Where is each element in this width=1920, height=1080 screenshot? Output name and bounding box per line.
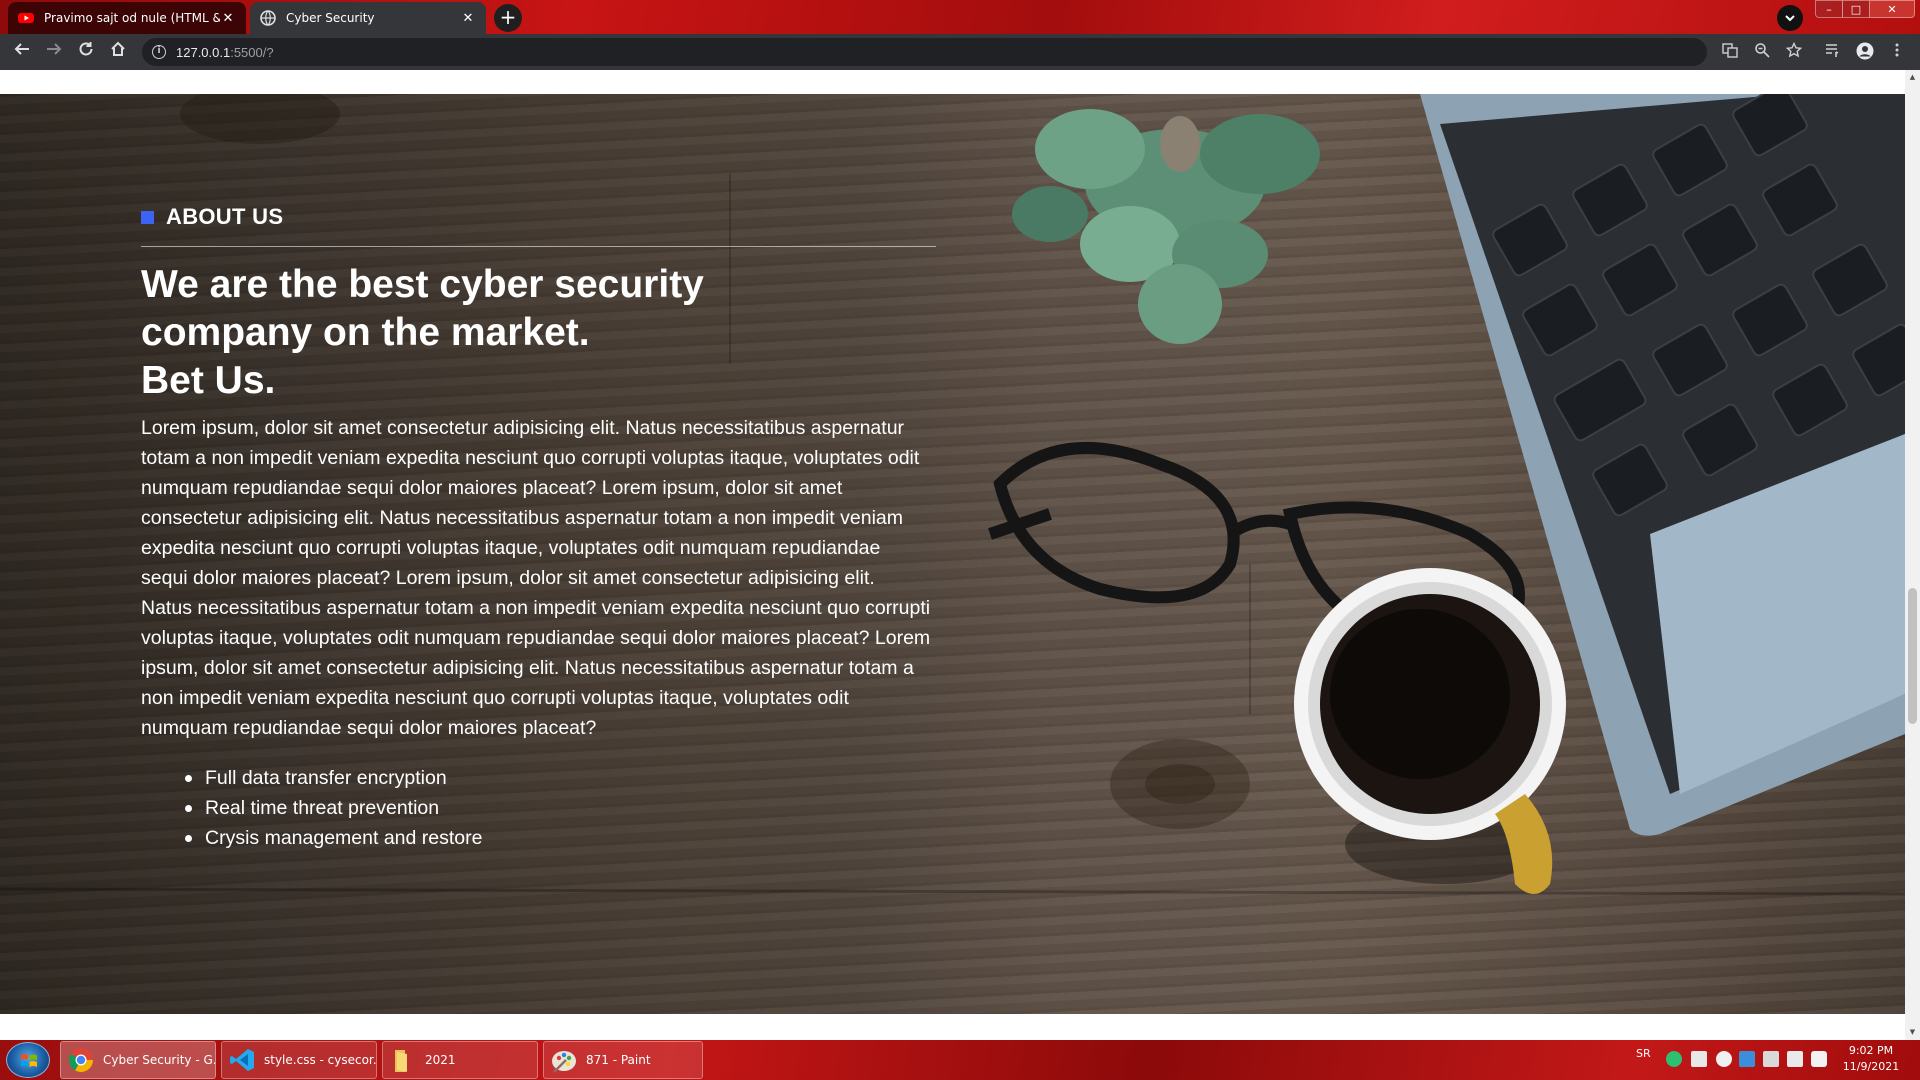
browser-toolbar: i 127.0.0.1:5500/? xyxy=(0,34,1920,70)
window-close-button[interactable]: ✕ xyxy=(1869,0,1915,18)
forward-button[interactable] xyxy=(42,40,66,64)
windows-logo-icon xyxy=(21,1054,37,1067)
youtube-icon xyxy=(18,13,34,23)
plant-graphic xyxy=(1012,109,1320,344)
vscode-icon xyxy=(230,1049,254,1071)
volume-icon[interactable] xyxy=(1811,1051,1827,1067)
maximize-button[interactable]: □ xyxy=(1842,0,1870,18)
windows-taskbar: Cyber Security - G... style.css - cyseco… xyxy=(0,1040,1920,1080)
scrollbar-thumb[interactable] xyxy=(1908,588,1917,724)
tab-title: Cyber Security xyxy=(286,11,375,25)
taskbar-item-vscode[interactable]: style.css - cysecor... xyxy=(221,1041,377,1079)
page-title: We are the best cyber security company o… xyxy=(141,261,936,405)
network-icon[interactable] xyxy=(1787,1051,1803,1067)
page-scrollbar[interactable]: ▲ ▼ xyxy=(1905,70,1920,1040)
section-label: ABOUT US xyxy=(141,204,936,230)
taskbar-item-label: Cyber Security - G... xyxy=(103,1053,215,1067)
headline-line: Bet Us. xyxy=(141,359,276,402)
start-button[interactable] xyxy=(6,1042,50,1078)
chevron-down-icon xyxy=(1785,15,1795,22)
taskbar-item-label: 871 - Paint xyxy=(586,1053,651,1067)
page-viewport: ABOUT US We are the best cyber security … xyxy=(0,70,1905,1040)
update-icon[interactable] xyxy=(1739,1051,1755,1067)
tab-youtube[interactable]: Pravimo sajt od nule (HTML & CSS) ✕ xyxy=(8,2,246,34)
arrow-left-icon xyxy=(14,43,29,55)
reading-list-icon[interactable] xyxy=(1823,42,1843,62)
shield-icon[interactable] xyxy=(1666,1051,1682,1067)
home-icon xyxy=(111,41,125,56)
url-text: 127.0.0.1:5500/? xyxy=(176,45,274,60)
usb-icon[interactable] xyxy=(1716,1051,1732,1067)
device-icon[interactable] xyxy=(1691,1051,1707,1067)
system-clock[interactable]: 9:02 PM 11/9/2021 xyxy=(1836,1043,1906,1075)
back-button[interactable] xyxy=(10,40,34,64)
browser-tab-strip: Pravimo sajt od nule (HTML & CSS) ✕ Cybe… xyxy=(0,0,1920,34)
clock-date: 11/9/2021 xyxy=(1842,1060,1900,1073)
tab-cyber-security[interactable]: Cyber Security ✕ xyxy=(250,2,486,34)
language-indicator[interactable]: SR xyxy=(1636,1047,1651,1073)
close-icon[interactable]: ✕ xyxy=(460,11,476,26)
info-icon[interactable]: i xyxy=(152,45,166,59)
url-host: 127.0.0.1 xyxy=(176,44,231,60)
flag-icon[interactable] xyxy=(1763,1051,1779,1067)
arrow-right-icon xyxy=(47,43,62,55)
taskbar-item-folder[interactable]: 2021 xyxy=(382,1041,538,1079)
scroll-down-arrow-icon[interactable]: ▼ xyxy=(1905,1025,1920,1040)
translate-icon[interactable] xyxy=(1720,42,1740,62)
clock-time: 9:02 PM xyxy=(1848,1044,1894,1057)
url-path: :5500/? xyxy=(230,44,274,60)
taskbar-item-chrome[interactable]: Cyber Security - G... xyxy=(60,1041,216,1079)
feature-list: Full data transfer encryption Real time … xyxy=(141,763,936,853)
taskbar-item-label: style.css - cysecor... xyxy=(264,1053,376,1067)
reload-icon xyxy=(79,42,93,56)
list-item: Full data transfer encryption xyxy=(185,763,936,793)
scroll-up-arrow-icon[interactable]: ▲ xyxy=(1905,70,1920,85)
globe-icon xyxy=(260,10,276,26)
new-tab-button[interactable]: + xyxy=(494,4,522,32)
chrome-icon xyxy=(68,1048,93,1073)
profile-avatar-icon[interactable] xyxy=(1855,42,1875,62)
folder-icon xyxy=(395,1050,407,1072)
taskbar-item-label: 2021 xyxy=(425,1053,456,1067)
reload-button[interactable] xyxy=(74,40,98,64)
list-item: Real time threat prevention xyxy=(185,793,936,823)
minimize-button[interactable]: – xyxy=(1815,0,1843,18)
paint-icon xyxy=(552,1051,576,1073)
about-section: ABOUT US We are the best cyber security … xyxy=(0,94,1905,1014)
section-label-text: ABOUT US xyxy=(166,204,284,229)
kebab-menu-icon[interactable] xyxy=(1887,42,1907,62)
coffee-cup-graphic xyxy=(1294,568,1566,894)
address-bar[interactable]: i 127.0.0.1:5500/? xyxy=(142,38,1707,66)
headline-line: company on the market. xyxy=(141,311,590,354)
about-content: ABOUT US We are the best cyber security … xyxy=(141,204,936,853)
square-marker-icon xyxy=(141,210,154,224)
close-icon[interactable]: ✕ xyxy=(220,11,236,26)
divider xyxy=(141,246,936,247)
headline-line: We are the best cyber security xyxy=(141,263,704,306)
bookmark-star-icon[interactable] xyxy=(1784,41,1804,62)
about-paragraph: Lorem ipsum, dolor sit amet consectetur … xyxy=(141,417,931,739)
tab-search-button[interactable] xyxy=(1777,5,1803,31)
list-item: Crysis management and restore xyxy=(185,823,936,853)
taskbar-item-paint[interactable]: 871 - Paint xyxy=(543,1041,703,1079)
tab-title: Pravimo sajt od nule (HTML & CSS) xyxy=(44,11,220,25)
zoom-icon[interactable] xyxy=(1752,42,1772,62)
home-button[interactable] xyxy=(106,40,130,64)
